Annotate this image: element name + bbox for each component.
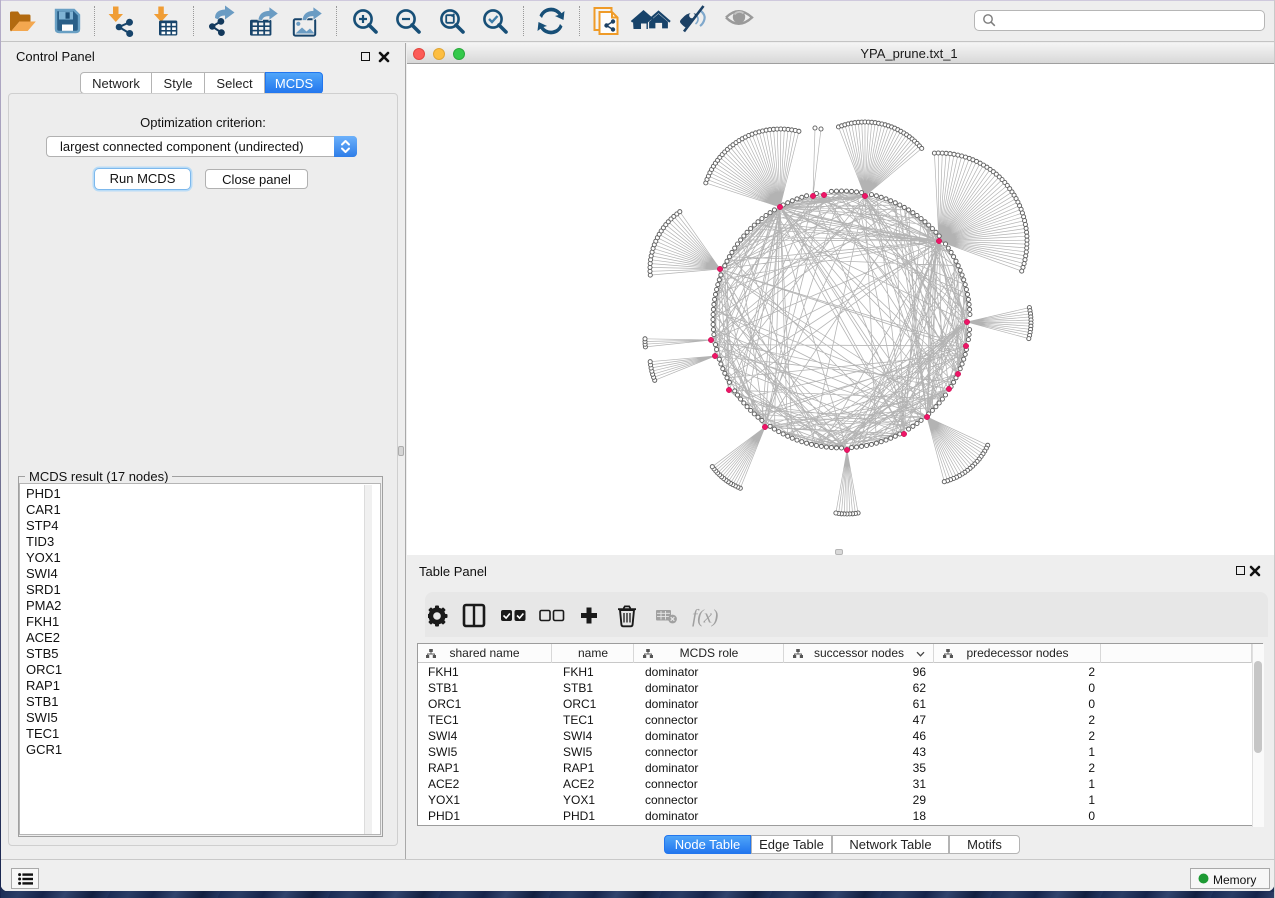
svg-text:f(x): f(x) bbox=[692, 607, 718, 628]
